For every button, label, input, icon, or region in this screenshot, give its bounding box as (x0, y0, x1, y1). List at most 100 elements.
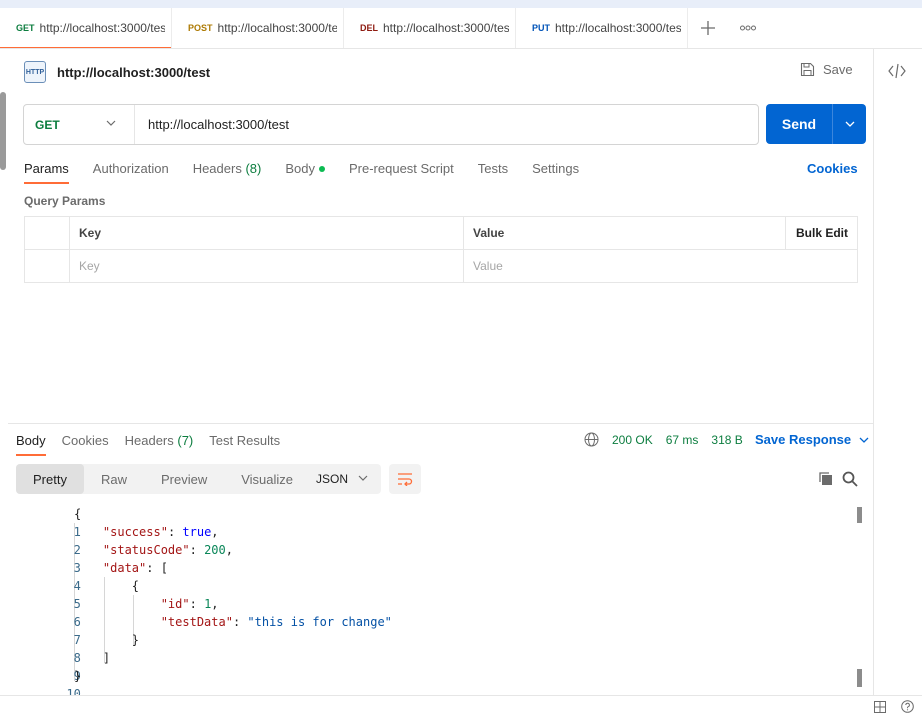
response-size[interactable]: 318 B (711, 433, 742, 447)
code-snippet-icon[interactable] (888, 63, 906, 82)
json-key: "testData" (160, 615, 233, 629)
view-raw[interactable]: Raw (84, 464, 144, 494)
body-indicator-dot (318, 166, 325, 172)
tab-headers[interactable]: Headers (8) (193, 152, 262, 184)
response-view-toggle: Pretty Raw Preview Visualize (16, 464, 311, 494)
json-key: "id" (160, 597, 190, 611)
response-tab-body[interactable]: Body (16, 424, 46, 456)
tab-method: GET (16, 23, 35, 33)
response-tab-headers[interactable]: Headers (7) (125, 424, 194, 456)
code-text: ] (74, 651, 111, 665)
code-line: 4 "data": [ (8, 559, 168, 593)
tab-authorization[interactable]: Authorization (93, 152, 169, 184)
tab-del-request[interactable]: DEL http://localhost:3000/test (344, 8, 516, 48)
method-label: GET (35, 117, 60, 132)
row-checkbox-cell (24, 249, 70, 283)
code-text: "id": 1, (160, 597, 219, 611)
scrollbar-thumb[interactable] (857, 507, 862, 523)
format-select[interactable]: JSON (304, 464, 381, 494)
response-tab-test-results[interactable]: Test Results (209, 424, 280, 456)
request-title[interactable]: http://localhost:3000/test (57, 65, 210, 80)
request-tabs: Params Authorization Headers (8) Body Pr… (24, 152, 603, 184)
copy-icon[interactable] (818, 471, 834, 490)
view-pretty[interactable]: Pretty (16, 464, 84, 494)
json-value: "this is for change" (247, 615, 392, 629)
tab-settings[interactable]: Settings (532, 152, 579, 184)
response-headers-count: (7) (177, 433, 194, 448)
bulk-edit-button[interactable]: Bulk Edit (785, 216, 858, 250)
tab-get-request[interactable]: GET http://localhost:3000/test (0, 8, 172, 48)
help-icon[interactable] (901, 700, 914, 715)
tab-post-request[interactable]: POST http://localhost:3000/test (172, 8, 344, 48)
tab-url: http://localhost:3000/test (39, 21, 165, 35)
tab-tests[interactable]: Tests (478, 152, 508, 184)
query-params-table: Key Value Bulk Edit Key Value (24, 216, 858, 283)
tab-body-label: Body (285, 161, 315, 176)
code-line: 7 "testData": "this is for change" (8, 613, 392, 647)
code-text: "data": [ (102, 561, 168, 575)
wrap-lines-button[interactable] (389, 464, 421, 494)
headers-count: (8) (245, 161, 262, 176)
view-preview[interactable]: Preview (144, 464, 224, 494)
cookies-link[interactable]: Cookies (807, 161, 858, 176)
tab-body[interactable]: Body (285, 152, 325, 184)
tab-method: POST (188, 23, 213, 33)
send-options-dropdown[interactable] (833, 104, 866, 144)
code-text: } (74, 633, 140, 647)
search-icon[interactable] (842, 471, 858, 490)
wrap-lines-icon (398, 473, 413, 486)
code-scrollbar[interactable] (857, 507, 862, 687)
more-tabs-ellipsis-icon[interactable] (728, 8, 768, 48)
response-time[interactable]: 67 ms (666, 433, 699, 447)
response-status: 200 OK 67 ms 318 B (584, 432, 756, 447)
code-line: 2 "success": true, (8, 523, 219, 557)
new-tab-plus-icon[interactable] (688, 8, 728, 48)
send-button[interactable]: Send (766, 104, 833, 144)
response-tab-cookies[interactable]: Cookies (62, 424, 109, 456)
save-icon (800, 62, 815, 77)
tab-pre-request-script[interactable]: Pre-request Script (349, 152, 454, 184)
code-line: 10 } (8, 667, 81, 701)
code-line: 6 "id": 1, (8, 595, 219, 629)
code-text: "success": true, (102, 525, 219, 539)
chevron-down-icon (859, 437, 869, 443)
tab-put-request[interactable]: PUT http://localhost:3000/test (516, 8, 688, 48)
code-line: 3 "statusCode": 200, (8, 541, 233, 575)
request-header: HTTP http://localhost:3000/test (24, 59, 210, 85)
view-visualize[interactable]: Visualize (224, 464, 310, 494)
query-params-label: Query Params (24, 194, 106, 208)
code-text: "statusCode": 200, (102, 543, 233, 557)
tab-method: DEL (360, 23, 378, 33)
layout-toggle-icon[interactable] (874, 701, 886, 715)
save-response-button[interactable]: Save Response (755, 432, 869, 447)
tab-params[interactable]: Params (24, 152, 69, 184)
url-input[interactable] (135, 105, 758, 144)
json-value: 200 (204, 543, 226, 557)
request-tab-bar: GET http://localhost:3000/test POST http… (0, 8, 922, 49)
right-sidebar (873, 49, 922, 695)
send-button-group: Send (766, 104, 866, 144)
response-body-viewer[interactable]: 1 { 2 "success": true, 3 "statusCode": 2… (8, 505, 858, 701)
method-select[interactable]: GET (24, 105, 135, 144)
save-response-label: Save Response (755, 432, 852, 447)
globe-icon[interactable] (584, 432, 599, 447)
code-text: "testData": "this is for change" (160, 615, 392, 629)
scrollbar-thumb[interactable] (857, 669, 862, 687)
table-row: Key Value (24, 249, 858, 283)
json-value: true (182, 525, 212, 539)
save-button[interactable]: Save (800, 62, 853, 77)
key-column-header: Key (69, 216, 464, 250)
code-line: 8 } (8, 631, 139, 665)
key-input[interactable]: Key (69, 249, 464, 283)
value-input[interactable]: Value (463, 249, 858, 283)
status-code[interactable]: 200 OK (612, 433, 653, 447)
code-text: { (74, 579, 140, 593)
chevron-down-icon (106, 120, 116, 126)
code-line: 9 ] (8, 649, 110, 683)
url-bar: GET (23, 104, 759, 145)
window-top-strip (0, 0, 922, 8)
response-tabs: Body Cookies Headers (7) Test Results (16, 424, 296, 456)
left-scrollbar[interactable] (0, 92, 6, 170)
save-label: Save (823, 62, 853, 77)
checkbox-header (24, 216, 70, 250)
